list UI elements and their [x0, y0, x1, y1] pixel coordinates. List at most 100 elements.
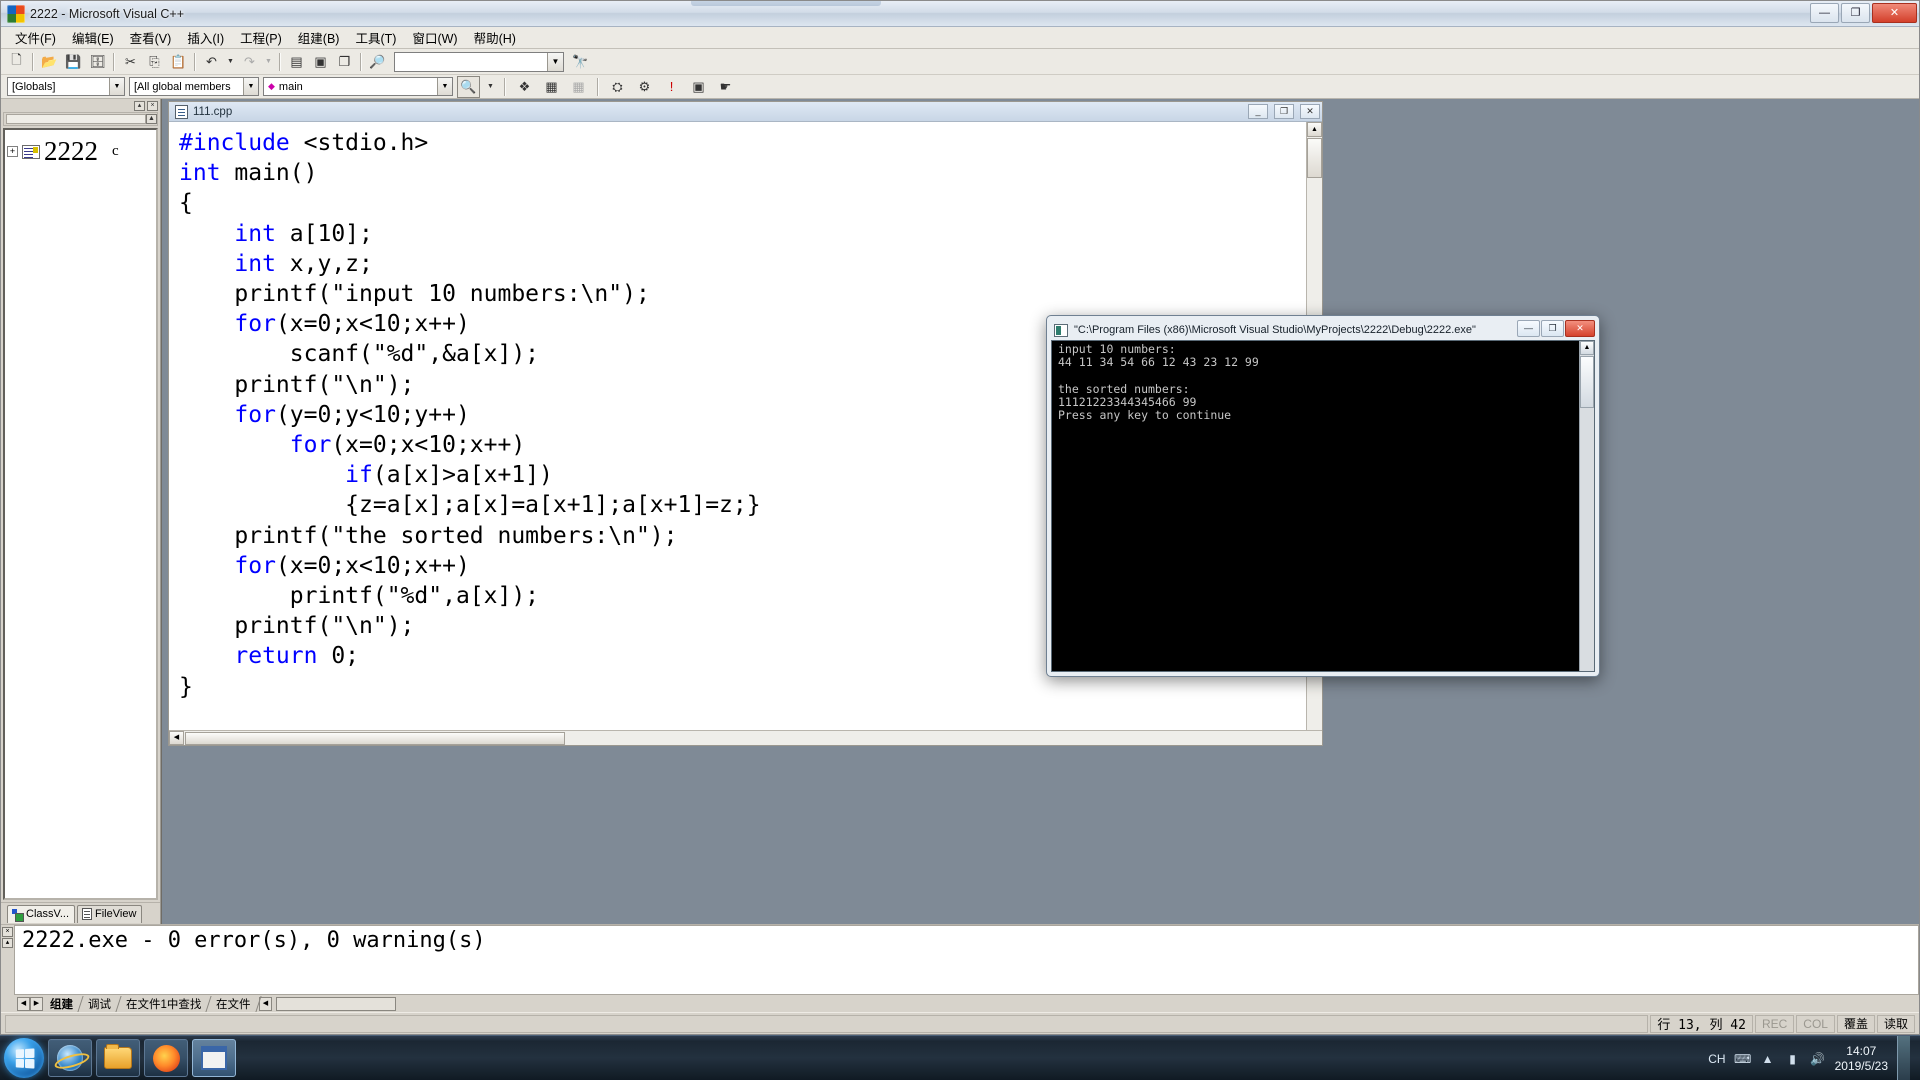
code-line: int a[10];: [234, 220, 373, 247]
undo-icon[interactable]: ↶: [200, 51, 223, 73]
clock[interactable]: 14:07 2019/5/23: [1835, 1044, 1888, 1074]
keyboard-icon[interactable]: ⌨: [1734, 1051, 1751, 1067]
wizardbar-action-icon[interactable]: 🔍: [457, 75, 480, 98]
toolbar-separator: [194, 52, 196, 71]
chevron-down-icon[interactable]: ▼: [547, 52, 563, 71]
scroll-up-button[interactable]: ▲: [1580, 341, 1594, 355]
menu-file[interactable]: 文件(F): [7, 26, 64, 49]
close-button[interactable]: ✕: [1872, 3, 1917, 23]
compile-icon[interactable]: ⛭: [606, 76, 629, 98]
scroll-left-button[interactable]: ◀: [169, 731, 184, 745]
console-title: "C:\Program Files (x86)\Microsoft Visual…: [1074, 324, 1476, 336]
find-combo[interactable]: ▼: [394, 51, 564, 72]
output-tabs-prev-button[interactable]: ◀: [17, 996, 30, 1011]
wizardbar-dropdown-icon[interactable]: ▼: [484, 76, 497, 98]
resource-icon[interactable]: ▦: [540, 76, 563, 98]
redo-icon[interactable]: ↷: [238, 51, 261, 73]
menu-window[interactable]: 窗口(W): [404, 26, 465, 49]
start-button[interactable]: [4, 1038, 44, 1078]
output-restore-button[interactable]: ▴: [2, 938, 13, 948]
open-folder-icon[interactable]: 📂: [38, 51, 61, 73]
scroll-up-button[interactable]: ▲: [1307, 122, 1322, 137]
tab-class-view-label: ClassV...: [26, 908, 70, 920]
window-list-icon[interactable]: ❐: [333, 51, 356, 73]
menu-project[interactable]: 工程(P): [232, 26, 290, 49]
execute-icon[interactable]: ▣: [687, 76, 710, 98]
pane-close-button[interactable]: ×: [147, 100, 158, 111]
clock-time: 14:07: [1846, 1043, 1877, 1058]
tab-file-view[interactable]: FileView: [77, 905, 143, 923]
taskbar-explorer[interactable]: [96, 1039, 140, 1077]
members-combo[interactable]: [All global members ▼: [129, 77, 259, 96]
globals-combo[interactable]: [Globals] ▼: [7, 77, 125, 96]
scroll-thumb[interactable]: [1307, 138, 1322, 178]
toolbar-separator: [32, 52, 34, 71]
output-tab-build[interactable]: 组建: [40, 995, 84, 1012]
output-tab-find2-label: 在文件: [216, 998, 251, 1011]
hscroll-thumb[interactable]: [185, 731, 565, 745]
menu-view[interactable]: 查看(V): [122, 26, 180, 49]
console-minimize-button[interactable]: —: [1517, 320, 1540, 337]
console-maximize-button[interactable]: ❐: [1541, 320, 1564, 337]
binoculars-icon[interactable]: 🔭: [569, 51, 592, 73]
taskbar-vcpp[interactable]: [192, 1039, 236, 1077]
paste-icon[interactable]: 📋: [167, 51, 190, 73]
volume-icon[interactable]: 🔊: [1810, 1051, 1826, 1067]
find-in-files-icon[interactable]: 🔎: [366, 51, 389, 73]
editor-maximize-button[interactable]: ❐: [1274, 104, 1294, 119]
editor-horizontal-scrollbar[interactable]: ◀: [169, 730, 1322, 745]
ime-indicator[interactable]: CH: [1708, 1052, 1725, 1066]
toolbar-separator: [113, 52, 115, 71]
pane-horizontal-scrollbar[interactable]: ▲: [3, 112, 158, 126]
tab-class-view[interactable]: ClassV...: [7, 905, 76, 923]
symbol-combo[interactable]: ◆ main ▼: [263, 77, 453, 96]
menu-edit[interactable]: 编辑(E): [64, 26, 122, 49]
maximize-button[interactable]: ❐: [1841, 3, 1870, 23]
stop-build-icon[interactable]: !: [660, 76, 683, 98]
class-wizard-icon[interactable]: ❖: [513, 76, 536, 98]
chevron-down-icon[interactable]: ▼: [243, 78, 258, 95]
output-tab-debug[interactable]: 调试: [78, 995, 122, 1012]
minimize-button[interactable]: —: [1810, 3, 1839, 23]
output-tab-find-in-files-1[interactable]: 在文件1中查找: [116, 995, 213, 1012]
editor-minimize-button[interactable]: _: [1248, 104, 1268, 119]
build-icon[interactable]: ⚙: [633, 76, 656, 98]
pane-restore-button[interactable]: ▴: [134, 100, 145, 111]
scroll-up-button[interactable]: ▲: [146, 114, 157, 124]
undo-dropdown-icon[interactable]: ▼: [224, 51, 237, 73]
editor-close-button[interactable]: ✕: [1300, 104, 1320, 119]
output-close-button[interactable]: ×: [2, 927, 13, 937]
console-close-button[interactable]: ✕: [1565, 320, 1595, 337]
tree-item-project[interactable]: + 2222 c: [7, 136, 154, 167]
menu-build[interactable]: 组建(B): [290, 26, 348, 49]
save-all-icon[interactable]: 🗄: [86, 51, 109, 73]
new-document-icon[interactable]: 🗋: [5, 51, 28, 73]
tree-expander-icon[interactable]: +: [7, 146, 18, 157]
grid-icon[interactable]: ▦: [567, 76, 590, 98]
show-desktop-button[interactable]: [1897, 1036, 1910, 1080]
console-scrollbar[interactable]: ▲: [1579, 341, 1594, 671]
taskbar-firefox[interactable]: [144, 1039, 188, 1077]
menu-insert[interactable]: 插入(I): [179, 26, 232, 49]
show-hidden-icons-arrow-icon[interactable]: ▲: [1760, 1051, 1776, 1067]
class-view-tree[interactable]: + 2222 c: [3, 128, 158, 900]
output-tab-find-in-files-2[interactable]: 在文件: [206, 995, 262, 1012]
copy-icon[interactable]: ⎘: [143, 51, 166, 73]
output-window-icon[interactable]: ▣: [309, 51, 332, 73]
workspace-icon[interactable]: ▤: [285, 51, 308, 73]
taskbar-ie[interactable]: [48, 1039, 92, 1077]
chevron-down-icon[interactable]: ▼: [109, 78, 124, 95]
scroll-thumb[interactable]: [1580, 356, 1594, 408]
output-tabs-more-button[interactable]: ◀: [258, 996, 272, 1011]
pane-scroll-thumb[interactable]: [6, 114, 146, 124]
cut-icon[interactable]: ✂: [119, 51, 142, 73]
debug-icon[interactable]: ☛: [714, 76, 737, 98]
redo-dropdown-icon[interactable]: ▼: [262, 51, 275, 73]
menu-help[interactable]: 帮助(H): [466, 26, 524, 49]
save-icon[interactable]: 💾: [62, 51, 85, 73]
workspace-pane-tabs: ClassV... FileView: [1, 902, 160, 924]
network-icon[interactable]: ▮: [1785, 1051, 1801, 1067]
symbol-combo-value: main: [278, 80, 303, 93]
menu-tools[interactable]: 工具(T): [347, 26, 404, 49]
chevron-down-icon[interactable]: ▼: [437, 78, 452, 95]
